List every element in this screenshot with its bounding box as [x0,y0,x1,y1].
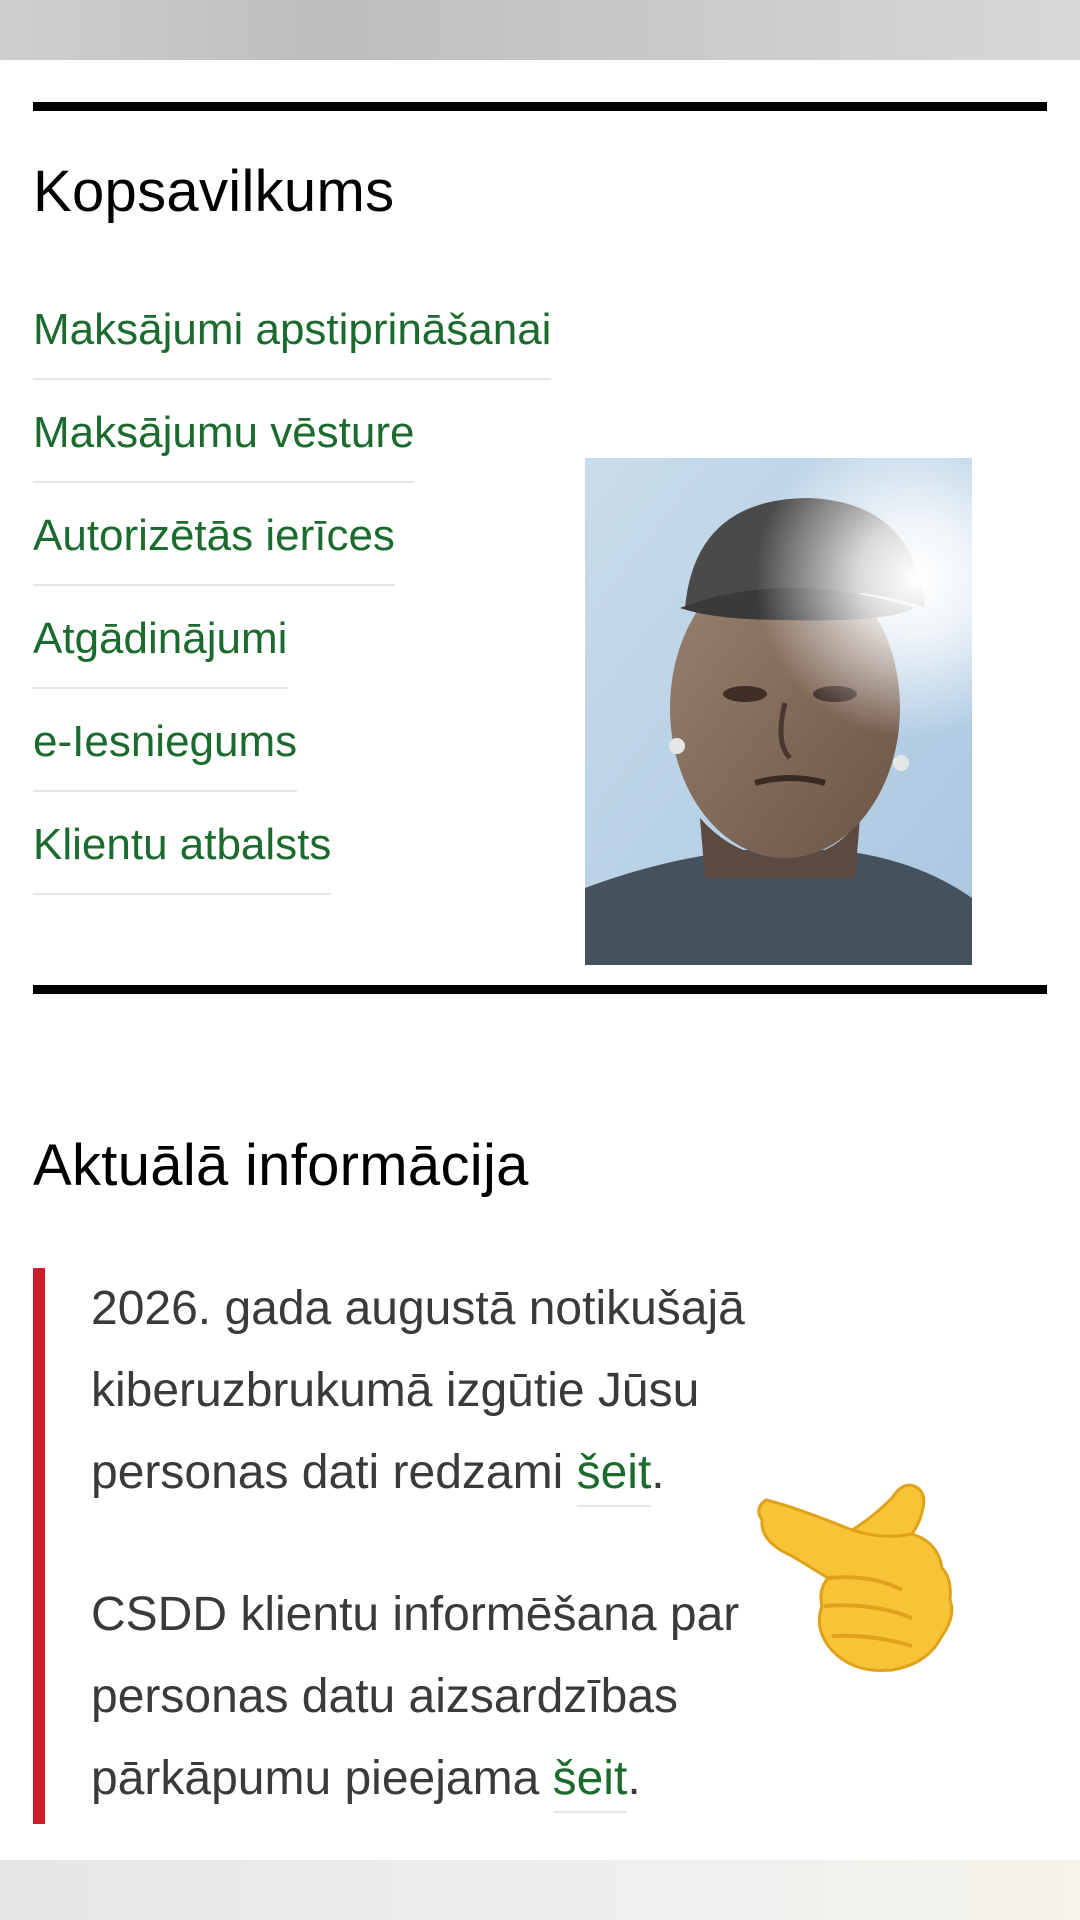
callout-accent-bar [33,1268,45,1824]
list-item: Klientu atbalsts [33,811,551,914]
top-status-strip [0,0,1080,60]
link-payment-history[interactable]: Maksājumu vēsture [33,399,415,483]
news-paragraph-2: CSDD klientu informēšana par personas da… [91,1574,851,1820]
list-item: Maksājumi apstiprināšanai [33,296,552,399]
news-paragraph-1-link[interactable]: šeit [576,1446,652,1507]
link-e-submission[interactable]: e-Iesniegums [33,708,298,792]
news-paragraph-2-text: CSDD klientu informēšana par personas da… [91,1588,740,1805]
backhand-index-pointing-right-icon [752,1478,964,1678]
person-photo [585,458,972,965]
summary-title: Kopsavilkums [33,159,395,224]
summary-link-list: Maksājumi apstiprināšanai Maksājumu vēst… [33,296,552,914]
list-item: e-Iesniegums [33,708,551,811]
list-item: Atgādinājumi [33,605,551,708]
news-paragraph-2-link[interactable]: šeit [552,1752,628,1813]
top-divider [33,102,1047,111]
news-paragraph-1: 2026. gada augustā notikušajā kiberuzbru… [91,1268,851,1514]
link-customer-support[interactable]: Klientu atbalsts [33,811,332,895]
news-paragraph-1-end: . [651,1446,665,1499]
link-authorized-devices[interactable]: Autorizētās ierīces [33,502,395,586]
list-item: Maksājumu vēsture [33,399,551,502]
link-reminders[interactable]: Atgādinājumi [33,605,288,689]
list-item: Autorizētās ierīces [33,502,551,605]
bottom-divider [33,985,1047,994]
news-title: Aktuālā informācija [33,1133,529,1198]
link-payments-approval[interactable]: Maksājumi apstiprināšanai [33,296,552,380]
bottom-strip [0,1860,1080,1920]
news-paragraph-2-end: . [627,1752,641,1805]
